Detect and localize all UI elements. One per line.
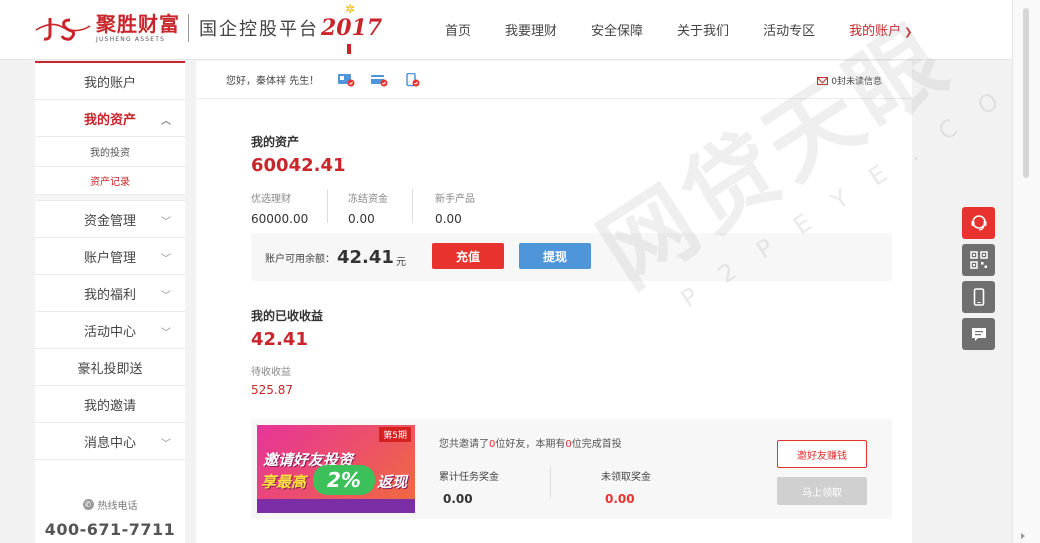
sidebar-sub-my-investments[interactable]: 我的投资 [35, 137, 185, 166]
invite-info: 您共邀请了0位好友，本期有0位完成首投 [439, 439, 622, 450]
invite-panel: 第5期 邀请好友投资 享最高 2% 返现 您共邀请了0位好友，本期有0位完成首投… [251, 419, 892, 519]
feedback-button[interactable] [962, 318, 995, 350]
chevron-down-icon: ﹀ [161, 217, 171, 228]
id-card-verified-icon[interactable] [337, 73, 355, 87]
sidebar-item-my-account[interactable]: 我的账户 [35, 63, 185, 100]
banner-return: 返现 [377, 473, 408, 491]
headset-icon [971, 215, 986, 231]
chat-bubble-icon [971, 328, 986, 341]
sidebar-sub-asset-records[interactable]: 资产记录 [35, 166, 185, 195]
sidebar-item-label: 我的资产 [83, 112, 136, 128]
nav-my-account-label: 我的账户 [849, 23, 902, 39]
top-header: 聚胜财富 JUSHENG ASSETS 国企控股平台 2017 ✲ 首页 我要理… [0, 0, 1040, 60]
mobile-phone-icon [973, 288, 984, 306]
hotline-label: 热线电话 [97, 501, 138, 512]
balance-label: 账户可用余额： [265, 253, 335, 265]
scrollbar-thumb[interactable] [1023, 8, 1029, 178]
invite-friends-button[interactable]: 邀好友赚钱 [777, 440, 867, 468]
balance-bar: 账户可用余额： 42.41 元 充值 提现 [251, 233, 892, 281]
main-nav: 首页 我要理财 安全保障 关于我们 活动专区 我的账户 ❯ [445, 0, 946, 58]
logo-divider [188, 14, 189, 42]
unread-messages-text: 0封未读信息 [831, 77, 882, 87]
sidebar-item-funds[interactable]: 资金管理 ﹀ [35, 201, 185, 238]
customer-service-button[interactable] [962, 207, 995, 239]
sidebar-item-label: 账户管理 [83, 250, 136, 266]
banner-ribbon [257, 499, 415, 513]
sidebar-item-label: 资金管理 [83, 213, 136, 229]
recharge-button[interactable]: 充值 [432, 243, 504, 269]
sidebar-item-activity-center[interactable]: 活动中心 ﹀ [35, 312, 185, 349]
claim-reward-button[interactable]: 马上领取 [777, 477, 867, 505]
assets-title: 我的资产 [251, 135, 300, 149]
nav-home[interactable]: 首页 [445, 20, 471, 39]
metric-newbie: 新手产品 0.00 [435, 194, 475, 226]
unread-messages[interactable]: 0封未读信息 [817, 74, 882, 87]
sidebar-item-welfare[interactable]: 我的福利 ﹀ [35, 275, 185, 312]
phone-verified-icon[interactable] [403, 72, 421, 87]
floating-toolbar [962, 207, 996, 355]
logo-mark-icon [34, 12, 92, 44]
hotline: ✆ 热线电话 400-671-7711 [35, 497, 185, 539]
site-logo[interactable]: 聚胜财富 JUSHENG ASSETS 国企控股平台 2017 [34, 12, 382, 44]
balance-unit: 元 [395, 256, 406, 268]
chevron-down-icon: ﹀ [161, 328, 171, 339]
nav-activities[interactable]: 活动专区 [763, 20, 815, 39]
metric-pending: 待收收益 525.87 [251, 367, 293, 397]
greeting-text: 您好，秦体祥 先生！ [226, 76, 320, 87]
phone-icon: ✆ [82, 499, 94, 510]
task-reward: 累计任务奖金 0.00 [439, 472, 499, 506]
hotline-number: 400-671-7711 [44, 520, 176, 539]
nav-about[interactable]: 关于我们 [677, 20, 729, 39]
firework-icon: ✲ [345, 2, 356, 16]
chevron-down-icon: ﹀ [161, 439, 171, 450]
candle-icon [347, 44, 351, 54]
qr-code-button[interactable] [962, 244, 995, 276]
envelope-icon [817, 76, 829, 85]
mobile-app-button[interactable] [962, 281, 995, 313]
assets-total: 60042.41 [251, 155, 346, 176]
banner-percent: 2% [313, 465, 375, 495]
metric-frozen: 冻结资金 0.00 [348, 194, 388, 226]
chevron-up-icon: ︿ [161, 116, 171, 127]
banner-line2: 享最高 [261, 473, 307, 491]
chevron-down-icon: ﹀ [161, 291, 171, 302]
sidebar-item-gifts[interactable]: 豪礼投即送 [35, 349, 185, 386]
qr-code-icon [969, 251, 988, 269]
nav-my-account[interactable]: 我的账户 ❯ [849, 20, 912, 39]
sidebar-item-my-assets[interactable]: 我的资产 ︿ [35, 100, 185, 137]
sidebar-item-account-mgmt[interactable]: 账户管理 ﹀ [35, 238, 185, 275]
banner-issue: 第5期 [379, 427, 411, 442]
logo-cn: 聚胜财富 [96, 11, 180, 36]
sidebar-item-label: 我的福利 [83, 287, 136, 303]
sidebar-item-label: 活动中心 [83, 324, 136, 340]
sidebar-item-invitations[interactable]: 我的邀请 [35, 386, 185, 423]
scroll-arrow-icon[interactable] [1021, 533, 1025, 539]
nav-security[interactable]: 安全保障 [591, 20, 643, 39]
unclaimed-reward: 未领取奖金 0.00 [601, 472, 651, 506]
logo-en: JUSHENG ASSETS [96, 35, 166, 43]
earnings-title: 我的已收收益 [251, 309, 324, 323]
chevron-down-icon: ❯ [904, 26, 913, 38]
greeting-bar: 您好，秦体祥 先生！ 0封未读信息 [196, 61, 912, 99]
sidebar-item-messages[interactable]: 消息中心 ﹀ [35, 423, 185, 460]
account-sidebar: 我的账户 我的资产 ︿ 我的投资 资产记录 资金管理 ﹀ 账户管理 ﹀ 我的福利… [35, 61, 185, 543]
logo-slogan: 国企控股平台 [199, 19, 319, 40]
main-content: 您好，秦体祥 先生！ 0封未读信息 我的资产 60042.41 优选理财 600… [196, 61, 912, 543]
invite-banner[interactable]: 第5期 邀请好友投资 享最高 2% 返现 [257, 425, 415, 513]
page-scrollbar[interactable] [1012, 0, 1040, 543]
chevron-down-icon: ﹀ [161, 254, 171, 265]
nav-invest[interactable]: 我要理财 [505, 20, 557, 39]
logo-year: 2017 [321, 15, 383, 41]
bank-card-verified-icon[interactable] [370, 73, 388, 87]
earnings-total: 42.41 [251, 329, 308, 350]
sidebar-item-label: 消息中心 [83, 435, 136, 451]
metric-premium: 优选理财 60000.00 [251, 194, 309, 226]
balance-value: 42.41 [337, 246, 394, 268]
withdraw-button[interactable]: 提现 [519, 243, 591, 269]
